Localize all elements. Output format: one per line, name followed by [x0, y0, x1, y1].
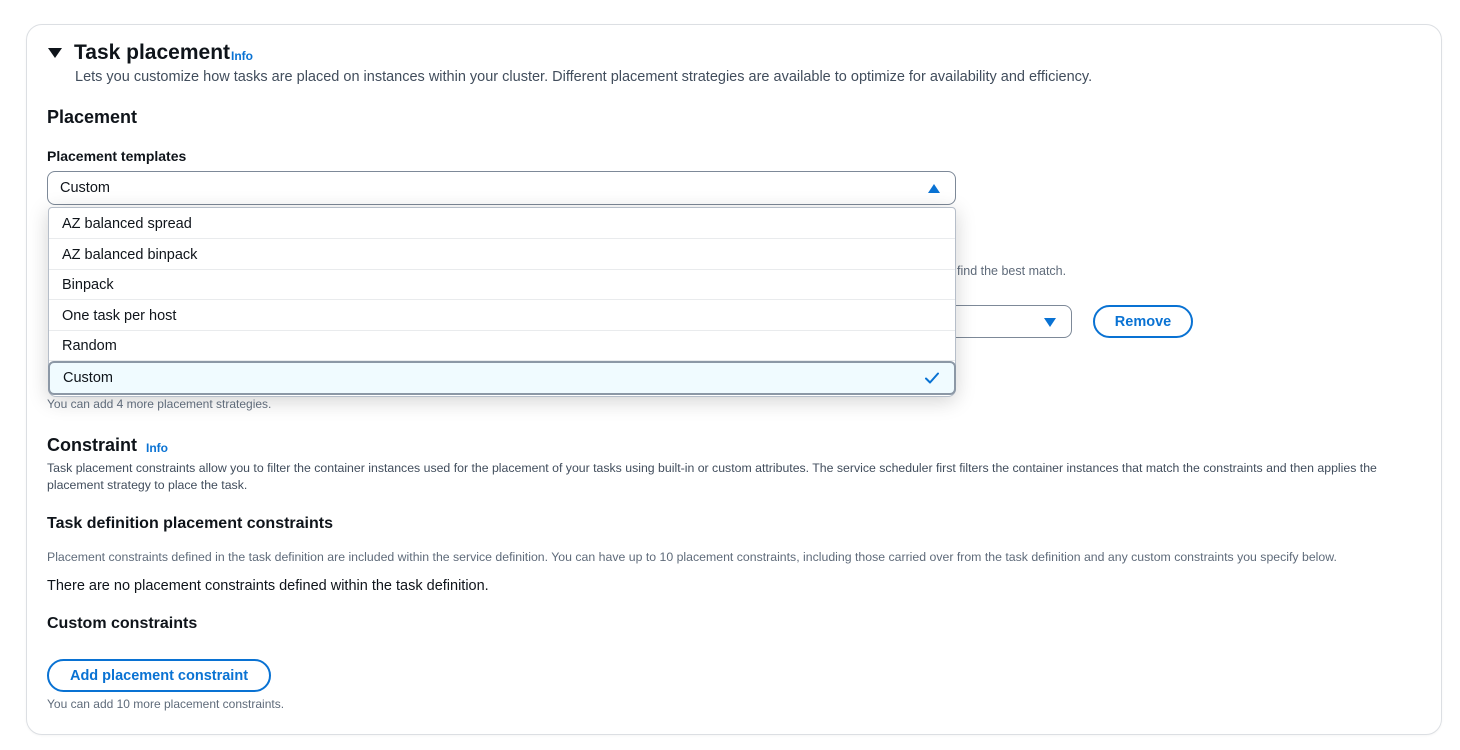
- task-def-empty-text: There are no placement constraints defin…: [47, 578, 489, 594]
- option-random[interactable]: Random: [49, 331, 955, 361]
- option-one-task-per-host[interactable]: One task per host: [49, 301, 955, 331]
- option-az-balanced-spread[interactable]: AZ balanced spread: [49, 209, 955, 239]
- placement-templates-label: Placement templates: [47, 148, 187, 164]
- strategies-note: You can add 4 more placement strategies.: [47, 397, 272, 411]
- custom-constraints-note: You can add 10 more placement constraint…: [47, 697, 285, 711]
- constraint-description: Task placement constraints allow you to …: [47, 461, 1377, 492]
- constraint-heading: Constraint: [47, 435, 137, 455]
- task-def-constraints-heading: Task definition placement constraints: [47, 515, 333, 532]
- option-binpack[interactable]: Binpack: [49, 270, 955, 300]
- placement-heading: Placement: [47, 107, 138, 127]
- option-custom-label: Custom: [63, 370, 113, 386]
- check-icon: [925, 372, 939, 384]
- section-description: Lets you customize how tasks are placed …: [75, 69, 1093, 85]
- info-link[interactable]: Info: [231, 49, 253, 63]
- strategy-hint-text: find the best match.: [957, 264, 1067, 278]
- constraint-info-link[interactable]: Info: [146, 441, 168, 455]
- caret-down-icon[interactable]: [48, 48, 62, 58]
- triangle-up-icon: [928, 184, 940, 193]
- task-def-constraints-description: Placement constraints defined in the tas…: [47, 550, 1337, 564]
- placement-templates-dropdown: AZ balanced spread AZ balanced binpack B…: [48, 207, 956, 397]
- select-value: Custom: [60, 180, 110, 196]
- placement-templates-select[interactable]: Custom: [47, 171, 956, 205]
- triangle-down-icon: [1044, 318, 1056, 327]
- section-title[interactable]: Task placement: [74, 41, 230, 65]
- add-placement-constraint-button[interactable]: Add placement constraint: [47, 659, 271, 692]
- option-custom[interactable]: Custom: [48, 361, 956, 395]
- remove-button[interactable]: Remove: [1093, 305, 1193, 338]
- option-az-balanced-binpack[interactable]: AZ balanced binpack: [49, 240, 955, 270]
- custom-constraints-heading: Custom constraints: [47, 615, 198, 632]
